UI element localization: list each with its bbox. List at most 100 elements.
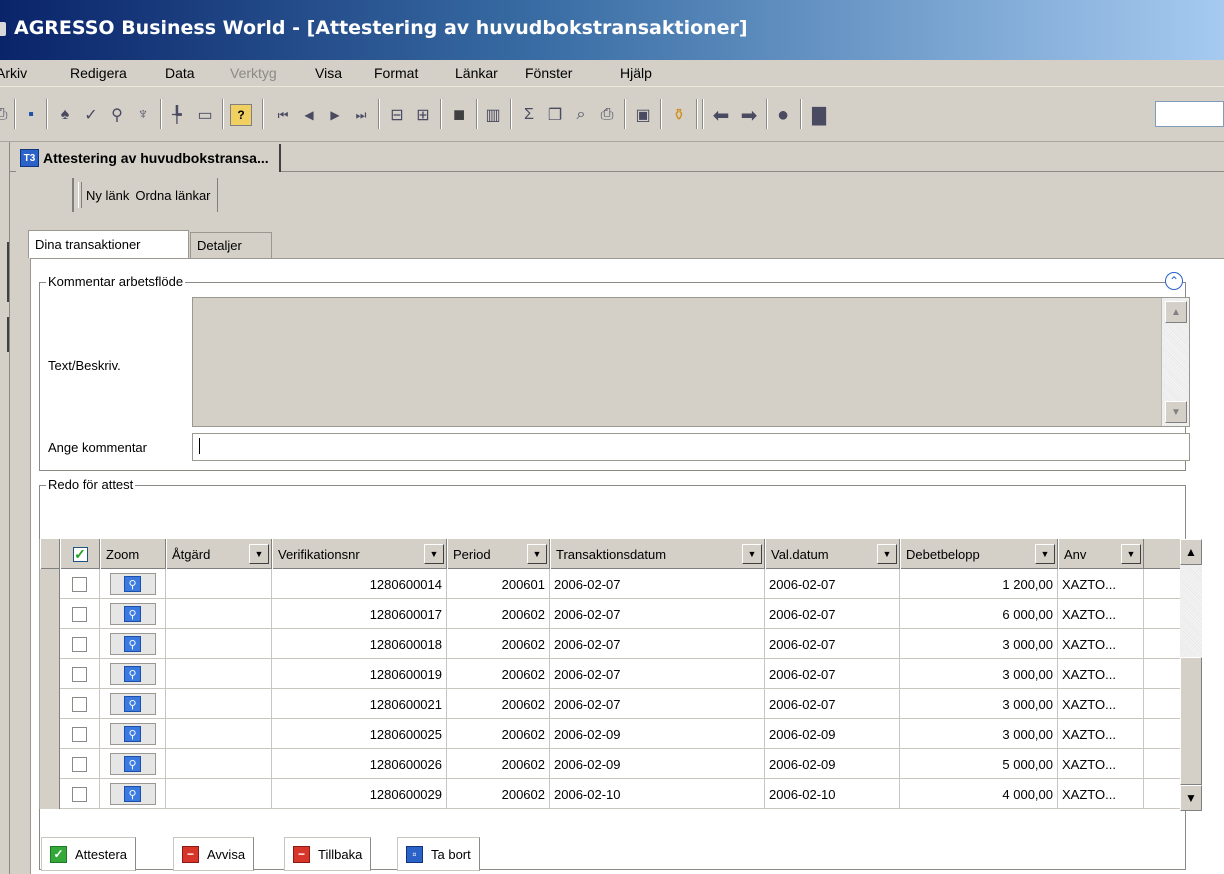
- column-atgard[interactable]: Åtgärd ▼: [166, 539, 272, 569]
- row-checkbox[interactable]: [72, 726, 87, 742]
- save-icon[interactable]: ▪: [20, 104, 42, 126]
- column-valdatum[interactable]: Val.datum ▼: [765, 539, 900, 569]
- row-checkbox[interactable]: [72, 786, 87, 802]
- search-icon[interactable]: ⚲: [106, 104, 128, 126]
- find-icon[interactable]: ♠: [54, 104, 76, 126]
- menu-arkiv[interactable]: Arkiv: [0, 65, 27, 81]
- menu-hjalp[interactable]: Hjälp: [620, 65, 652, 81]
- menu-format[interactable]: Format: [374, 65, 418, 81]
- check-icon[interactable]: ✓: [80, 104, 102, 126]
- back-arrow-icon[interactable]: ⬅: [710, 104, 732, 127]
- column-debetbelopp-dropdown-icon[interactable]: ▼: [1035, 544, 1055, 564]
- sum-icon[interactable]: Σ: [518, 104, 540, 126]
- row-checkbox[interactable]: [72, 576, 87, 592]
- grid-scroll-down-button[interactable]: ▼: [1180, 785, 1202, 811]
- print-icon[interactable]: ⎙: [0, 104, 12, 126]
- row-checkbox[interactable]: [72, 756, 87, 772]
- table-row[interactable]: ⚲ 1280600021 200602 2006-02-07 2006-02-07 3 0…: [40, 689, 1180, 719]
- row-checkbox[interactable]: [72, 606, 87, 622]
- action-cell[interactable]: [166, 599, 272, 629]
- zoom-button[interactable]: ⚲: [109, 573, 156, 595]
- column-anv[interactable]: Anv ▼: [1058, 539, 1144, 569]
- menu-lankar[interactable]: Länkar: [455, 65, 498, 81]
- reject-button[interactable]: − Avvisa: [173, 837, 255, 871]
- delete-button[interactable]: ▫ Ta bort: [397, 837, 480, 871]
- row-checkbox[interactable]: [72, 666, 87, 682]
- column-transaktionsdatum[interactable]: Transaktionsdatum ▼: [550, 539, 765, 569]
- tab-dina-transaktioner[interactable]: Dina transaktioner: [28, 230, 189, 258]
- table-row[interactable]: ⚲ 1280600017 200602 2006-02-07 2006-02-07 6 0…: [40, 599, 1180, 629]
- new-link-button[interactable]: Ny länk: [86, 188, 129, 203]
- insert-row-icon[interactable]: ╄: [166, 104, 188, 126]
- blank-icon[interactable]: ▭: [194, 104, 216, 126]
- row-checkbox[interactable]: [72, 636, 87, 652]
- next-icon[interactable]: ▶: [324, 104, 346, 126]
- copy-icon[interactable]: ❐: [544, 104, 566, 126]
- zoom-button[interactable]: ⚲: [109, 753, 156, 775]
- column-atgard-dropdown-icon[interactable]: ▼: [249, 544, 269, 564]
- text-description-scrollbar[interactable]: ▲ ▼: [1161, 298, 1189, 426]
- tab-detaljer[interactable]: Detaljer: [190, 232, 272, 258]
- row-selector[interactable]: [40, 719, 60, 749]
- grid-scroll-thumb[interactable]: [1180, 657, 1202, 785]
- menu-data[interactable]: Data: [165, 65, 195, 81]
- action-cell[interactable]: [166, 719, 272, 749]
- row-checkbox[interactable]: [72, 696, 87, 712]
- menu-visa[interactable]: Visa: [315, 65, 342, 81]
- table-row[interactable]: ⚲ 1280600014 200601 2006-02-07 2006-02-07 1 2…: [40, 569, 1180, 599]
- arrange-links-button[interactable]: Ordna länkar: [135, 188, 210, 203]
- action-cell[interactable]: [166, 779, 272, 809]
- previous-icon[interactable]: ◀: [298, 104, 320, 126]
- zoom-button[interactable]: ⚲: [109, 723, 156, 745]
- bottles-icon[interactable]: ⚱: [668, 104, 690, 126]
- column-period[interactable]: Period ▼: [447, 539, 550, 569]
- row-selector[interactable]: [40, 659, 60, 689]
- column-verifikationsnr[interactable]: Verifikationsnr ▼: [272, 539, 447, 569]
- note-icon[interactable]: ▇: [808, 104, 830, 126]
- row-selector[interactable]: [40, 569, 60, 599]
- zoom-button[interactable]: ⚲: [109, 603, 156, 625]
- toolbar-search-input[interactable]: [1155, 101, 1224, 127]
- action-cell[interactable]: [166, 689, 272, 719]
- grid-scroll-up-button[interactable]: ▲: [1180, 539, 1202, 565]
- first-icon[interactable]: ⏮: [272, 104, 294, 126]
- table-row[interactable]: ⚲ 1280600019 200602 2006-02-07 2006-02-07 3 0…: [40, 659, 1180, 689]
- action-cell[interactable]: [166, 569, 272, 599]
- comment-input[interactable]: [192, 433, 1190, 461]
- menu-verktyg[interactable]: Verktyg: [230, 65, 277, 81]
- print-preview-icon[interactable]: ⎙: [596, 104, 618, 126]
- row-selector[interactable]: [40, 629, 60, 659]
- column-debetbelopp[interactable]: Debetbelopp ▼: [900, 539, 1058, 569]
- table-row[interactable]: ⚲ 1280600025 200602 2006-02-09 2006-02-09 3 0…: [40, 719, 1180, 749]
- zoom-button[interactable]: ⚲: [109, 663, 156, 685]
- column-verifikationsnr-dropdown-icon[interactable]: ▼: [424, 544, 444, 564]
- black-square-icon[interactable]: ■: [448, 104, 470, 126]
- scroll-up-button[interactable]: ▲: [1165, 301, 1187, 323]
- grid-scrollbar[interactable]: ▲ ▼: [1180, 539, 1202, 811]
- stop-icon[interactable]: ●: [772, 104, 794, 126]
- action-cell[interactable]: [166, 629, 272, 659]
- menu-fonster[interactable]: Fönster: [525, 65, 572, 81]
- grid-scroll-track[interactable]: [1180, 565, 1202, 657]
- table-row[interactable]: ⚲ 1280600029 200602 2006-02-10 2006-02-10 4 0…: [40, 779, 1180, 809]
- table-row[interactable]: ⚲ 1280600026 200602 2006-02-09 2006-02-09 5 0…: [40, 749, 1180, 779]
- column-period-dropdown-icon[interactable]: ▼: [527, 544, 547, 564]
- action-cell[interactable]: [166, 659, 272, 689]
- scroll-down-button[interactable]: ▼: [1165, 401, 1187, 423]
- column-transaktionsdatum-dropdown-icon[interactable]: ▼: [742, 544, 762, 564]
- action-cell[interactable]: [166, 749, 272, 779]
- zoom-button[interactable]: ⚲: [109, 693, 156, 715]
- row-selector[interactable]: [40, 689, 60, 719]
- zoom-icon[interactable]: ⌕: [570, 104, 592, 126]
- column-zoom[interactable]: Zoom: [100, 539, 166, 569]
- window-icon[interactable]: ▣: [632, 104, 654, 126]
- filter-icon[interactable]: ♆: [132, 104, 154, 126]
- menu-redigera[interactable]: Redigera: [70, 65, 127, 81]
- row-selector[interactable]: [40, 779, 60, 809]
- last-icon[interactable]: ⏭: [350, 104, 372, 126]
- zoom-button[interactable]: ⚲: [109, 633, 156, 655]
- column-valdatum-dropdown-icon[interactable]: ▼: [877, 544, 897, 564]
- chart-icon[interactable]: ▥: [482, 104, 504, 126]
- expand-icon[interactable]: ⊞: [412, 104, 434, 126]
- zoom-button[interactable]: ⚲: [109, 783, 156, 805]
